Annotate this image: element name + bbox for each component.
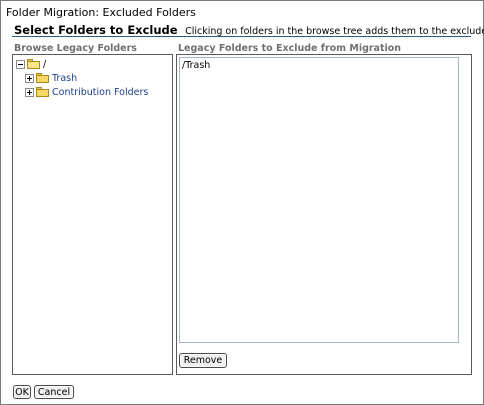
header: Select Folders to Exclude Clicking on fo… (14, 23, 484, 37)
folder-icon (36, 87, 49, 97)
expand-icon[interactable] (25, 87, 34, 97)
page-heading: Select Folders to Exclude (14, 23, 178, 37)
exclude-list-item[interactable]: /Trash (182, 60, 210, 71)
browse-panel-label: Browse Legacy Folders (14, 43, 137, 54)
cancel-button[interactable]: Cancel (34, 385, 74, 399)
exclude-panel-label: Legacy Folders to Exclude from Migration (178, 43, 402, 54)
tree-node-label[interactable]: Trash (52, 73, 77, 84)
collapse-icon[interactable] (16, 59, 25, 69)
exclude-listbox[interactable]: /Trash (179, 57, 459, 343)
heading-divider (12, 36, 471, 37)
browse-tree-panel: / Trash Contribution Folders (12, 54, 173, 375)
tree-node-contribution-folders[interactable]: Contribution Folders (25, 86, 148, 98)
tree-node-root[interactable]: / (16, 58, 46, 70)
window-title: Folder Migration: Excluded Folders (6, 6, 196, 19)
folder-icon (36, 73, 49, 83)
tree-node-label[interactable]: Contribution Folders (52, 87, 148, 98)
remove-button[interactable]: Remove (179, 353, 227, 368)
expand-icon[interactable] (25, 73, 34, 83)
ok-button[interactable]: OK (13, 385, 31, 399)
tree-node-label[interactable]: / (43, 59, 46, 70)
tree-node-trash[interactable]: Trash (25, 72, 77, 84)
folder-open-icon (27, 59, 40, 69)
